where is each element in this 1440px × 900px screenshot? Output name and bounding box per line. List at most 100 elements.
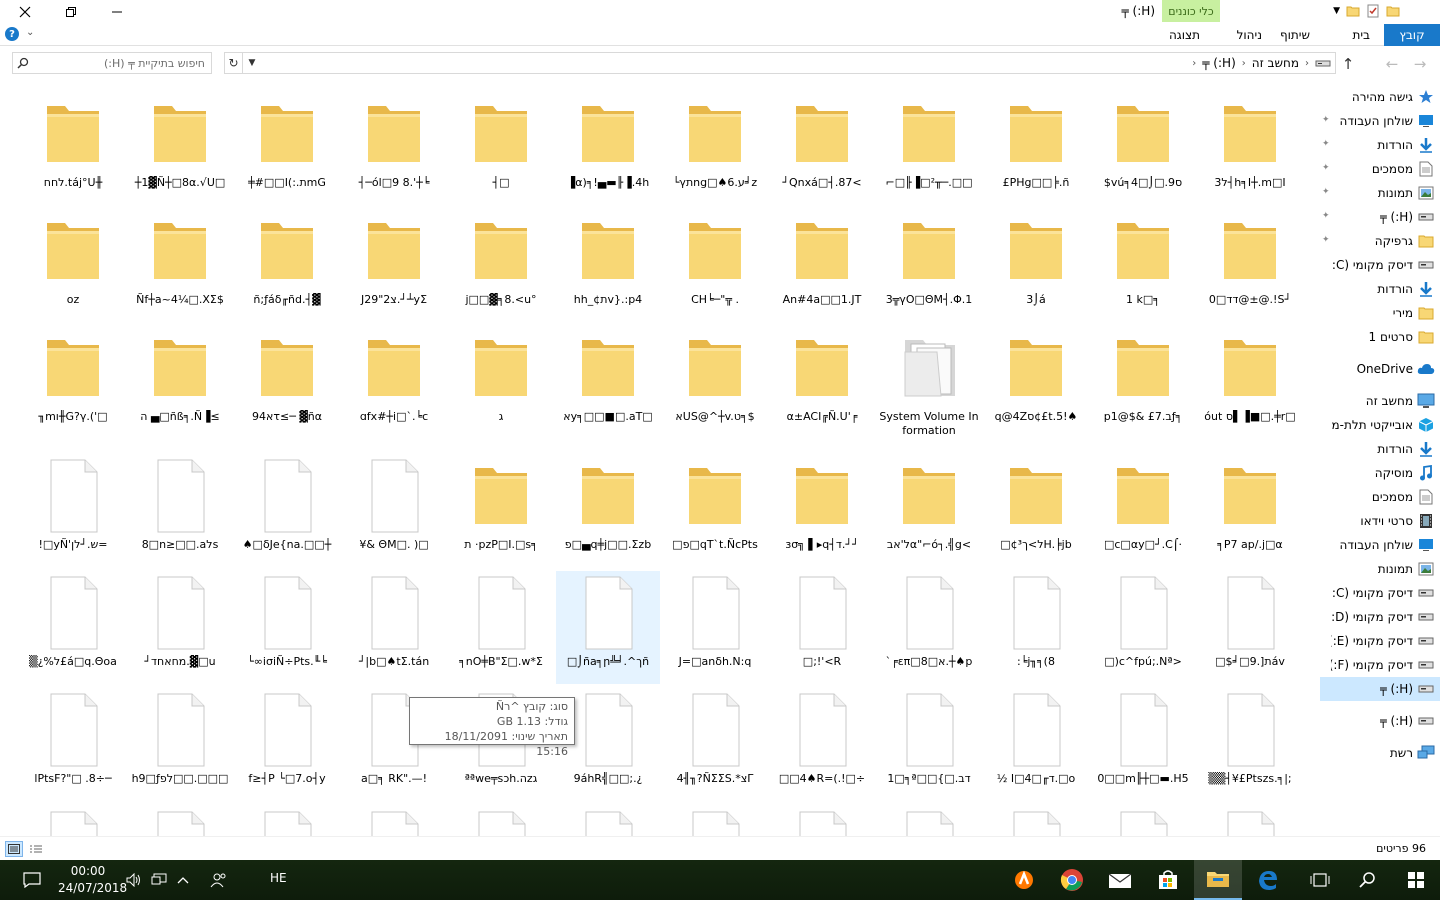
folder-item[interactable]: 3ל┤h╕I┼.m□I: [1198, 92, 1302, 205]
file-item[interactable]: ♠□δJe{na.□□┼: [235, 454, 339, 567]
folder-item[interactable]: ╖mı╫G?γ.('□: [21, 326, 125, 439]
nav-item[interactable]: הורדות: [1320, 277, 1440, 301]
pin-icon[interactable]: ✦: [1322, 163, 1330, 173]
tab-manage[interactable]: ניהול: [1227, 24, 1272, 46]
mail-icon[interactable]: [1096, 860, 1144, 900]
file-item[interactable]: 4╢╖?ÑΣΣS.*צΓ: [663, 688, 767, 801]
file-item[interactable]: ┘|b□♠tΣ.tán: [342, 571, 446, 684]
volume-icon[interactable]: [122, 860, 146, 900]
file-item[interactable]: [342, 806, 446, 836]
file-item[interactable]: [877, 806, 981, 836]
file-item[interactable]: ½ I□4□╓ד.□o: [984, 688, 1088, 801]
file-item[interactable]: `╒επ□א□8.┼♠p: [877, 571, 981, 684]
nav-item[interactable]: אובייקטי תלת-ממד: [1320, 413, 1440, 437]
up-button[interactable]: ↑: [1338, 54, 1358, 74]
navigation-pane[interactable]: גישה מהירה ✦ שולחן העבודה ✦ הורדות ✦ מסמכים ✦ תמ…: [1320, 82, 1440, 836]
nav-item[interactable]: דיסק מקומי (E:): [1320, 629, 1440, 653]
file-item[interactable]: □;!'<R: [770, 571, 874, 684]
nav-item[interactable]: דיסק מקומי (C:): [1320, 253, 1440, 277]
chrome-icon[interactable]: [1048, 860, 1096, 900]
folder-item[interactable]: אy╕□□■□.aT□: [556, 326, 660, 439]
file-item[interactable]: h9□ƒלפ□□.□□□: [128, 688, 232, 801]
search-icon[interactable]: [13, 53, 33, 73]
back-button[interactable]: ←: [1382, 54, 1402, 74]
file-item[interactable]: □⌡ñа╕ր╩╛.^ךñ: [556, 571, 660, 684]
help-icon[interactable]: ?: [5, 27, 19, 41]
start-button[interactable]: [1392, 860, 1440, 900]
file-item[interactable]: [128, 806, 232, 836]
folder-item[interactable]: óut ס▌▐■□.╪r□: [1198, 326, 1302, 439]
folder-item[interactable]: □c□αy□┘.C⌠·: [1091, 454, 1195, 567]
folder-item[interactable]: ╪#□□I(:.תmG: [235, 92, 339, 205]
restore-button[interactable]: [48, 0, 94, 24]
folder-item[interactable]: □פ□qT`t.ÑcPts: [663, 454, 767, 567]
address-history-dropdown-icon[interactable]: ▼: [245, 53, 259, 73]
file-item[interactable]: □)c^fpú;.Nª>: [1091, 571, 1195, 684]
folder-item[interactable]: └γתng□♠6.ע╛z: [663, 92, 767, 205]
file-item[interactable]: ▒▒┤¥£Ptszs.╕|;: [1198, 688, 1302, 801]
drive-tools-context-tab[interactable]: כלי כוננים: [1162, 0, 1220, 22]
folder-item[interactable]: ┤─ól□9 8.'┼╘: [342, 92, 446, 205]
search-input[interactable]: [33, 53, 211, 73]
folder-item[interactable]: An#4a□□1.JT: [770, 209, 874, 322]
file-item[interactable]: [1198, 806, 1302, 836]
folder-item[interactable]: CH╘─"╦ .: [663, 209, 767, 322]
folder-item[interactable]: oz: [21, 209, 125, 322]
nav-item[interactable]: דיסק מקומי (D:): [1320, 605, 1440, 629]
search-taskbar-icon[interactable]: [1344, 860, 1392, 900]
properties-icon[interactable]: [1366, 4, 1380, 18]
folder-item[interactable]: ñ;ƒáδ╓ñd.┤▓: [235, 209, 339, 322]
avast-icon[interactable]: [1000, 860, 1048, 900]
folder-item[interactable]: 0□דד@±@.!S┘: [1198, 209, 1302, 322]
nav-item[interactable]: מחשב זה: [1320, 389, 1440, 413]
folder-item[interactable]: Ñf┼a~4¼□.XΣ$: [128, 209, 232, 322]
breadcrumb-separator-icon[interactable]: ‹: [1305, 58, 1309, 69]
expand-ribbon-icon[interactable]: ⌄: [26, 27, 34, 38]
nav-item[interactable]: גישה מהירה: [1320, 85, 1440, 109]
tab-view[interactable]: תצוגה: [1159, 24, 1210, 46]
store-icon[interactable]: [1144, 860, 1192, 900]
folder-item[interactable]: פ□▄q╪j□□.Σzb: [556, 454, 660, 567]
file-item[interactable]: [1091, 806, 1195, 836]
file-item[interactable]: 8□n≥□□.aלs: [128, 454, 232, 567]
pin-icon[interactable]: ✦: [1322, 235, 1330, 245]
folder-item[interactable]: ג: [449, 326, 553, 439]
folder-item[interactable]: ל'אבα"⌐ó┐.╣g<: [877, 454, 981, 567]
large-icons-view-button[interactable]: [27, 841, 45, 857]
file-item[interactable]: □$╛□ת[.9áv: [1198, 571, 1302, 684]
folder-item[interactable]: ה ▄□ñß╕.Ñ▐≤: [128, 326, 232, 439]
file-item[interactable]: J=□anδh.N:q: [663, 571, 767, 684]
file-item[interactable]: 1□╕ª□□{□.דב: [877, 688, 981, 801]
nav-item[interactable]: OneDrive: [1320, 357, 1440, 381]
file-list-view[interactable]: לחח.táj°U╫ ┼1▓Ñ┼□8α.√U□ ╪#□□I(:.תmG ┤─ól□9 …: [0, 82, 1310, 836]
file-item[interactable]: [556, 806, 660, 836]
file-item[interactable]: ┘מחאחד.▓□u: [128, 571, 232, 684]
folder-item[interactable]: System Volume Information: [877, 326, 981, 439]
file-item[interactable]: 0□□m╟┼□▬.H5: [1091, 688, 1195, 801]
nav-item[interactable]: מירי: [1320, 301, 1440, 325]
file-item[interactable]: lPtsF?"□ .8÷─: [21, 688, 125, 801]
folder-item[interactable]: א94τ≤─ ▓ñα: [235, 326, 339, 439]
file-item[interactable]: :╘j╖╕(8: [984, 571, 1088, 684]
pin-icon[interactable]: ✦: [1322, 187, 1330, 197]
folder-item[interactable]: $vú╕4□⌡□.9ס: [1091, 92, 1195, 205]
tab-home[interactable]: בית: [1342, 24, 1380, 46]
forward-button[interactable]: →: [1410, 54, 1430, 74]
nav-item[interactable]: ✦ שולחן העבודה: [1320, 109, 1440, 133]
tab-share[interactable]: שיתוף: [1270, 24, 1320, 46]
folder-item[interactable]: ɑfx#┼i□`.╘c: [342, 326, 446, 439]
folder-item[interactable]: α±ACI╔Ñ.U'╒: [770, 326, 874, 439]
folder-item[interactable]: ┘Qnxá□┤.87<: [770, 92, 874, 205]
qat-dropdown-icon[interactable]: ▼: [1333, 6, 1340, 16]
nav-item[interactable]: הורדות: [1320, 437, 1440, 461]
folder-item[interactable]: 3╦γO□ΘM┤.Φ.1: [877, 209, 981, 322]
folder-item[interactable]: £PHg□□╞.ñ: [984, 92, 1088, 205]
nav-item[interactable]: ✦ גרפיקה: [1320, 229, 1440, 253]
folder-item[interactable]: ▐α)╕!▄▬╟▐.4h: [556, 92, 660, 205]
nav-item[interactable]: סרטים 1: [1320, 325, 1440, 349]
action-center-button[interactable]: [10, 860, 54, 900]
file-item[interactable]: ▒¿%ל£á□q.Θoa: [21, 571, 125, 684]
show-hidden-icons-icon[interactable]: [172, 860, 194, 900]
file-item[interactable]: [663, 806, 767, 836]
input-language[interactable]: HE: [270, 871, 287, 885]
